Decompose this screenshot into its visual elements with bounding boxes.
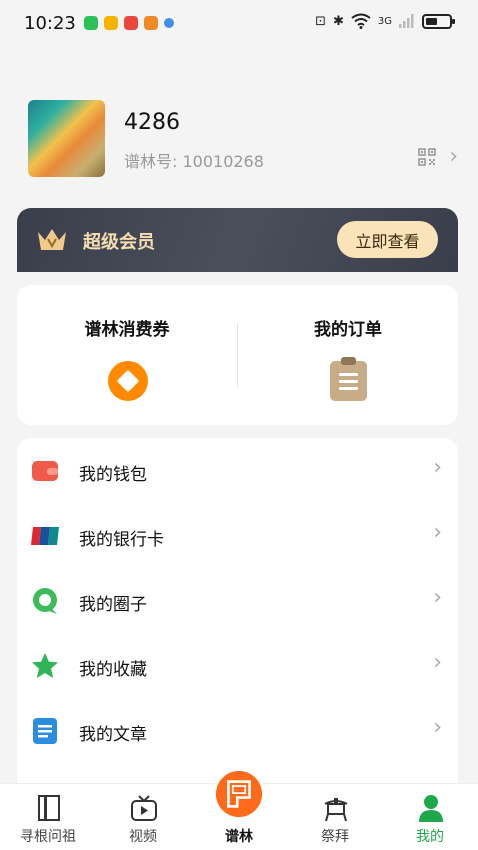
bottom-tab-bar: 寻根问祖 视频 谱林 祭拜 我的 [0, 768, 478, 850]
menu-item-favorites[interactable]: 我的收藏 › [17, 633, 458, 697]
menu-item-circle[interactable]: 我的圈子 › [17, 568, 458, 632]
user-id: 谱林号: 10010268 [124, 152, 264, 171]
menu-item-articles[interactable]: 我的文章 › [17, 698, 458, 762]
pulin-logo-icon [213, 768, 265, 820]
clipboard-icon [330, 357, 367, 401]
tab-mine[interactable]: 我的 [382, 784, 478, 850]
menu-item-label: 我的钱包 [79, 465, 147, 485]
tab-worship[interactable]: 祭拜 [287, 784, 383, 850]
menu-item-label: 我的银行卡 [79, 530, 164, 550]
tab-genealogy[interactable]: 寻根问祖 [0, 784, 96, 850]
orders-entry[interactable]: 我的订单 [238, 285, 458, 425]
menu-item-bankcard[interactable]: 我的银行卡 › [17, 503, 458, 567]
username: 4286 [124, 110, 180, 135]
crown-icon [38, 229, 66, 250]
menu-item-wallet[interactable]: 我的钱包 › [17, 438, 458, 502]
unionpay-icon [31, 527, 59, 545]
altar-icon [324, 798, 348, 822]
tab-label: 视频 [129, 829, 157, 845]
bluetooth-icon: ✱ [332, 13, 344, 29]
status-right: ⊡ ✱ 3G [315, 13, 455, 29]
signal-icon [399, 14, 414, 28]
tab-label: 祭拜 [321, 829, 349, 845]
orders-label: 我的订单 [314, 320, 382, 340]
status-bar: 10:23 ⊡ ✱ 3G [0, 0, 478, 46]
vip-title: 超级会员 [83, 232, 155, 253]
star-icon [32, 653, 58, 678]
menu-list: 我的钱包 › 我的银行卡 › 我的圈子 › 我的收藏 › 我的文章 › [17, 438, 458, 783]
network-type: 3G [377, 15, 392, 27]
book-icon [38, 795, 60, 821]
vip-view-button[interactable]: 立即查看 [337, 221, 438, 258]
app-notification-icon [143, 16, 158, 30]
chat-bubble-icon [33, 588, 57, 614]
chevron-right-icon[interactable]: › [449, 144, 458, 169]
coupon-icon [108, 361, 148, 401]
profile-header[interactable]: 4286 谱林号: 10010268 › [28, 100, 458, 178]
chevron-right-icon: › [433, 455, 442, 480]
chevron-right-icon: › [433, 585, 442, 610]
article-icon [33, 718, 57, 744]
wechat-notification-icon [83, 16, 98, 30]
quick-entries: 谱林消费券 我的订单 [17, 285, 458, 425]
tab-label: 谱林 [225, 829, 253, 845]
tv-icon [131, 795, 157, 821]
tab-label: 我的 [416, 829, 444, 845]
tab-video[interactable]: 视频 [95, 784, 191, 850]
chevron-right-icon: › [433, 520, 442, 545]
person-icon [419, 795, 443, 822]
vip-banner[interactable]: 超级会员 立即查看 [17, 208, 458, 272]
menu-item-label: 我的收藏 [79, 660, 147, 680]
coupon-label: 谱林消费券 [84, 320, 170, 340]
menu-item-label: 我的文章 [79, 725, 147, 745]
status-time: 10:23 [24, 12, 76, 34]
avatar[interactable] [28, 100, 105, 177]
menu-item-label: 我的圈子 [79, 595, 147, 615]
wifi-icon [351, 13, 371, 29]
chevron-right-icon: › [433, 715, 442, 740]
wallet-icon [32, 461, 58, 481]
battery-icon [422, 13, 455, 29]
app-notification-icon [103, 16, 118, 30]
nfc-icon: ⊡ [315, 13, 326, 29]
app-notification-icon [123, 16, 138, 30]
coupon-entry[interactable]: 谱林消费券 [17, 285, 237, 425]
tab-label: 寻根问祖 [20, 829, 76, 845]
browser-notification-icon [163, 18, 174, 28]
qr-code-icon[interactable] [418, 148, 436, 166]
tab-pulin[interactable]: 谱林 [191, 768, 287, 850]
chevron-right-icon: › [433, 650, 442, 675]
